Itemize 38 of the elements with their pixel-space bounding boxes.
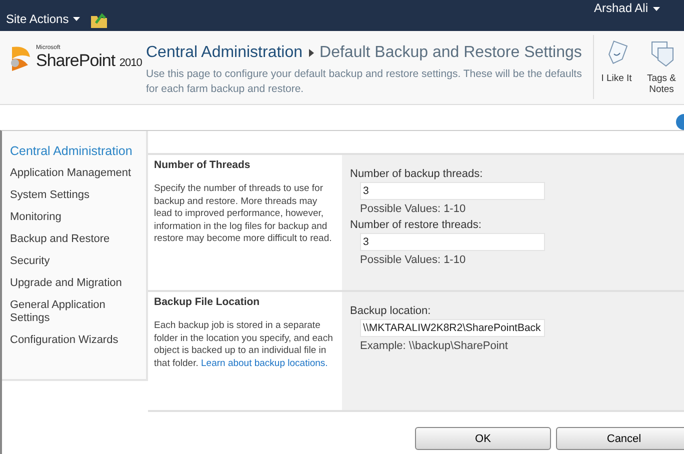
field-label: Number of restore threads:: [350, 219, 482, 231]
section-title: Number of Threads: [154, 159, 252, 171]
cancel-button[interactable]: Cancel: [556, 427, 684, 450]
sidebar-item[interactable]: Backup and Restore: [10, 231, 146, 253]
section-description: Specify the number of threads to use for backup and restore. More threads may lead to improved performance, however, information in the log files for backup and restore may become more difficult to read.: [154, 183, 333, 246]
field-hint: Example: \\backup\SharePoint: [360, 340, 509, 352]
caret-icon: [72, 16, 80, 20]
input-field[interactable]: 3: [360, 182, 545, 200]
field-hint: Possible Values: 1-10: [360, 203, 467, 215]
sidebar-item[interactable]: Security: [10, 253, 146, 275]
field-label: Number of backup threads:: [350, 168, 484, 180]
sidebar-item[interactable]: Application Management: [10, 165, 146, 187]
user-menu[interactable]: Arshad Ali: [594, 1, 660, 15]
page-title: Default Backup and Restore Settings: [320, 44, 582, 62]
help-link[interactable]: Learn about backup locations.: [201, 358, 328, 368]
site-actions-menu[interactable]: Site Actions: [6, 12, 80, 26]
field-label: Backup location:: [350, 305, 432, 317]
sidebar-item[interactable]: Configuration Wizards: [10, 332, 146, 354]
sidebar-item[interactable]: General Application Settings: [10, 297, 146, 332]
sidebar-item[interactable]: Monitoring: [10, 209, 146, 231]
tags-icon: [648, 39, 674, 67]
section-description: Each backup job is stored in a separate folder in the location you specify, and each object is backed up to an individual file in that folder. Learn about backup locations.: [154, 320, 334, 370]
field-hint: Possible Values: 1-10: [360, 254, 467, 266]
sidebar-item[interactable]: Central Administration: [10, 143, 146, 165]
input-field[interactable]: 3: [360, 233, 545, 251]
caret-icon: [653, 7, 660, 11]
chevron-icon: [308, 49, 314, 57]
breadcrumb-link[interactable]: Central Administration: [146, 44, 303, 62]
like-button[interactable]: I Like It: [594, 35, 639, 99]
input-field[interactable]: \\MKTARALIW2K8R2\SharePointBack: [360, 319, 545, 337]
sidebar-item[interactable]: System Settings: [10, 187, 146, 209]
sidebar-item[interactable]: Upgrade and Migration: [10, 275, 146, 297]
page-description: Use this page to configure your default backup and restore settings. These will be the defaults for each farm backup and restore.: [146, 67, 583, 97]
section-title: Backup File Location: [154, 296, 261, 308]
folder-icon[interactable]: [90, 10, 108, 28]
logo-product: SharePoint 2010: [36, 51, 142, 71]
ok-button[interactable]: OK: [415, 427, 551, 450]
tags-notes-button[interactable]: Tags & Notes: [639, 35, 684, 99]
